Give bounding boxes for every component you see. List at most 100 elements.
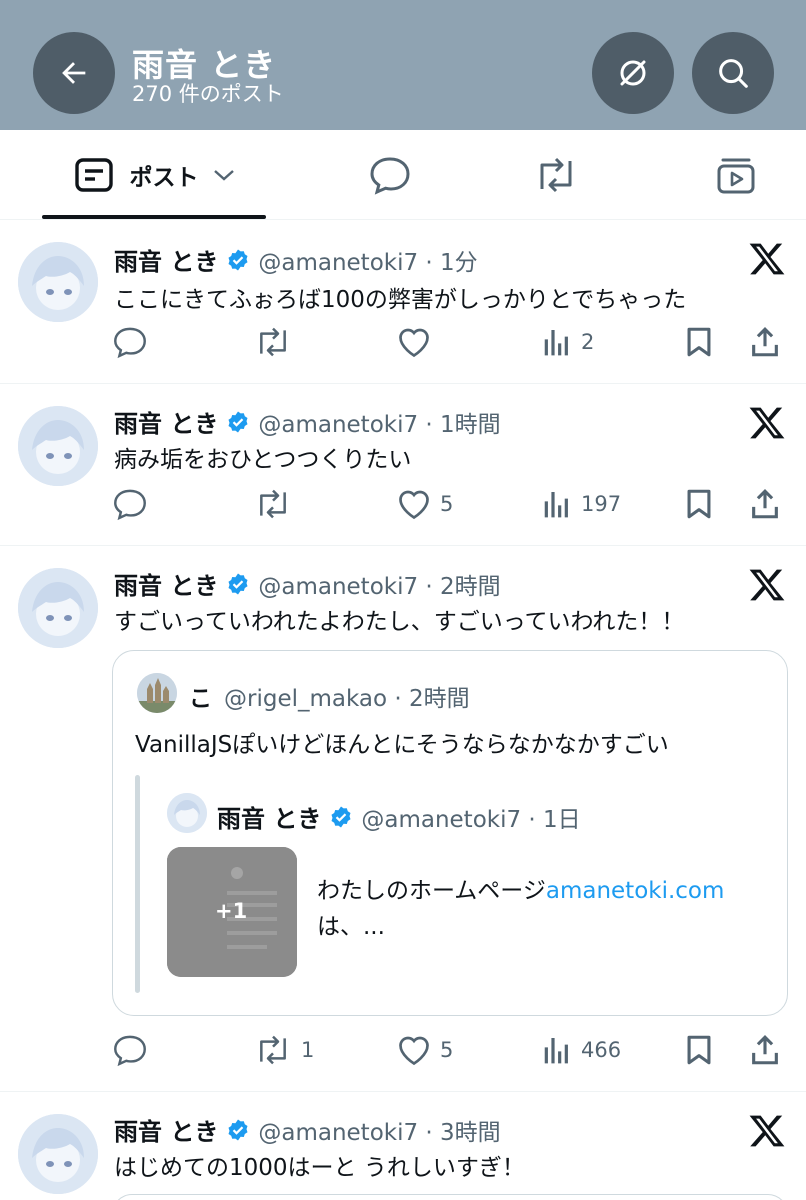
- avatar[interactable]: [18, 1114, 98, 1194]
- post-header: 雨音 とき @amanetoki7 · 1分: [114, 242, 478, 277]
- avatar[interactable]: [18, 242, 98, 322]
- post[interactable]: 雨音 とき @amanetoki7 · 3時間 はじめての1000はーと うれし…: [0, 1092, 806, 1200]
- views-chart-icon: [544, 330, 568, 356]
- heart-icon: [399, 490, 429, 520]
- media-count-label: +1: [215, 899, 248, 923]
- views-button[interactable]: 2: [541, 322, 594, 362]
- search-button[interactable]: [692, 32, 774, 114]
- repost-icon: [260, 1035, 286, 1065]
- grok-button[interactable]: [592, 32, 674, 114]
- avatar[interactable]: [18, 406, 98, 486]
- profile-tabs: ポスト: [0, 130, 806, 220]
- quote-header: こ @rigel_makao · 2時間: [189, 679, 470, 713]
- reply-icon: [114, 327, 146, 359]
- avatar-image: [167, 793, 207, 833]
- tab-replies[interactable]: [340, 130, 440, 220]
- author-name[interactable]: 雨音 とき: [114, 1112, 218, 1147]
- author-name[interactable]: 雨音 とき: [114, 242, 218, 277]
- like-button[interactable]: 5: [396, 484, 453, 524]
- nested-quote-text-after: は、...: [317, 914, 385, 940]
- profile-header: 雨音 とき 270 件のポスト: [0, 0, 806, 130]
- like-count: 5: [440, 1038, 454, 1062]
- reply-icon: [114, 1035, 146, 1067]
- verified-badge-icon: [329, 805, 353, 829]
- author-handle[interactable]: @amanetoki7 · 2時間: [258, 567, 500, 601]
- author-name[interactable]: 雨音 とき: [114, 566, 218, 601]
- avatar-image: [18, 406, 98, 486]
- post-text: 病み垢をおひとつつくりたい: [114, 447, 412, 473]
- quoted-post[interactable]: こ @rigel_makao · 2時間 VanillaJSぽいけどほんとにそう…: [112, 650, 788, 1016]
- post-text: はじめての1000はーと うれしいすぎ！: [114, 1155, 525, 1181]
- quote-author-name[interactable]: こ: [189, 679, 212, 713]
- author-handle[interactable]: @amanetoki7 · 1分: [258, 243, 477, 277]
- avatar-image: [18, 568, 98, 648]
- post[interactable]: 雨音 とき @amanetoki7 · 1分 ここにきてふぉろば100の弊害がし…: [0, 220, 806, 384]
- share-icon: [752, 327, 778, 357]
- nested-quote-header: 雨音 とき @amanetoki7 · 1日: [217, 799, 581, 834]
- share-icon: [752, 1035, 778, 1065]
- x-logo-icon[interactable]: [748, 1112, 786, 1150]
- views-button[interactable]: 197: [541, 484, 621, 524]
- post-actions: 1 5 466: [0, 1030, 806, 1070]
- bookmark-icon: [687, 1035, 711, 1065]
- reply-button[interactable]: [112, 322, 156, 362]
- repost-button[interactable]: [253, 484, 301, 524]
- like-button[interactable]: [396, 322, 440, 362]
- nested-quote-bar: [135, 775, 140, 993]
- post[interactable]: 雨音 とき @amanetoki7 · 1時間 病み垢をおひとつつくりたい 5 …: [0, 384, 806, 546]
- reply-button[interactable]: [112, 1030, 156, 1070]
- heart-icon: [399, 328, 429, 358]
- post[interactable]: 雨音 とき @amanetoki7 · 2時間 すごいっていわれたよわたし、すご…: [0, 546, 806, 1092]
- repost-button[interactable]: [253, 322, 301, 362]
- share-button[interactable]: [748, 322, 782, 362]
- homepage-link[interactable]: amanetoki.com: [546, 878, 725, 904]
- quote-avatar[interactable]: [137, 673, 177, 713]
- author-handle[interactable]: @amanetoki7 · 1時間: [258, 405, 500, 439]
- repost-icon: [260, 327, 286, 357]
- bookmark-button[interactable]: [682, 484, 716, 524]
- active-tab-indicator: [42, 215, 266, 219]
- share-button[interactable]: [748, 484, 782, 524]
- search-icon: [719, 59, 748, 88]
- post-text: すごいっていわれたよわたし、すごいっていわれた！！: [114, 609, 685, 635]
- replies-icon: [370, 157, 410, 195]
- bookmark-button[interactable]: [682, 1030, 716, 1070]
- views-chart-icon: [544, 492, 568, 518]
- nested-quote-media[interactable]: +1: [167, 847, 297, 977]
- like-button[interactable]: 5: [396, 1030, 453, 1070]
- post-header: 雨音 とき @amanetoki7 · 3時間: [114, 1112, 501, 1147]
- post-actions: 5 197: [0, 484, 806, 524]
- avatar[interactable]: [18, 568, 98, 648]
- nested-quote-author-handle[interactable]: @amanetoki7 · 1日: [361, 800, 580, 834]
- post-header: 雨音 とき @amanetoki7 · 1時間: [114, 404, 501, 439]
- nested-quote-avatar[interactable]: [167, 793, 207, 833]
- x-logo-icon[interactable]: [748, 566, 786, 604]
- avatar-image: [18, 1114, 98, 1194]
- nested-quote-text-before: わたしのホームページ: [317, 878, 546, 904]
- avatar-image: [18, 242, 98, 322]
- nested-quote-text: わたしのホームページamanetoki.com は、...: [317, 873, 724, 945]
- tab-posts-label: ポスト: [129, 165, 199, 191]
- tab-posts[interactable]: ポスト: [42, 130, 266, 220]
- author-handle[interactable]: @amanetoki7 · 3時間: [258, 1113, 500, 1147]
- post-header: 雨音 とき @amanetoki7 · 2時間: [114, 566, 501, 601]
- x-logo-icon[interactable]: [748, 404, 786, 442]
- share-button[interactable]: [748, 1030, 782, 1070]
- quoted-post[interactable]: [112, 1194, 788, 1200]
- bookmark-button[interactable]: [682, 322, 716, 362]
- repost-button[interactable]: 1: [253, 1030, 314, 1070]
- tab-media[interactable]: [686, 130, 786, 220]
- tab-reposts[interactable]: [506, 130, 606, 220]
- x-logo-icon[interactable]: [748, 240, 786, 278]
- view-count: 2: [581, 330, 595, 354]
- quote-author-handle[interactable]: @rigel_makao · 2時間: [224, 679, 470, 713]
- back-button[interactable]: [33, 32, 115, 114]
- share-icon: [752, 489, 778, 519]
- author-name[interactable]: 雨音 とき: [114, 404, 218, 439]
- views-button[interactable]: 466: [541, 1030, 621, 1070]
- repost-icon: [260, 489, 286, 519]
- repost-icon: [540, 157, 572, 193]
- reply-button[interactable]: [112, 484, 156, 524]
- repost-count: 1: [301, 1038, 315, 1062]
- nested-quote-author-name[interactable]: 雨音 とき: [217, 799, 321, 834]
